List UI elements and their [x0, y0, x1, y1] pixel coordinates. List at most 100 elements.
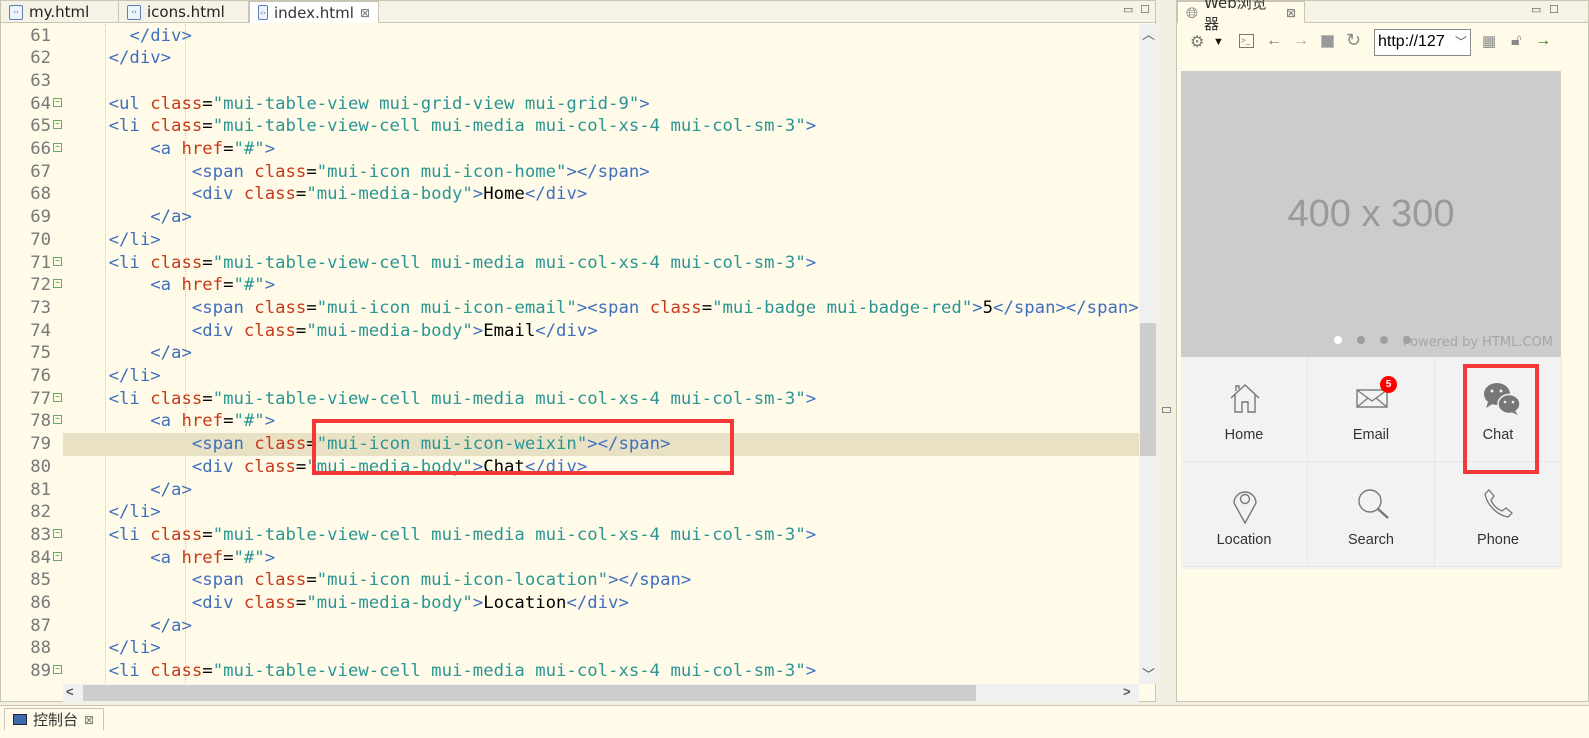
restore-icon[interactable] [1162, 407, 1171, 413]
refresh-icon[interactable]: ↻ [1346, 30, 1361, 51]
stop-icon[interactable] [1321, 35, 1334, 48]
code-text: </li> [63, 365, 1139, 388]
code-line[interactable]: 61 </div> [1, 25, 1139, 48]
code-line[interactable]: 87 </a> [1, 615, 1139, 638]
fold-toggle-icon[interactable]: − [53, 415, 62, 425]
tab-my-html[interactable]: ‹› my.html [1, 1, 119, 23]
scroll-left-icon[interactable]: < [66, 684, 74, 699]
code-token-tag: <a [150, 139, 182, 159]
scroll-right-icon[interactable]: > [1123, 684, 1131, 699]
chevron-down-icon[interactable]: ﹀ [1455, 33, 1467, 50]
highlight-annotation-box [312, 419, 734, 475]
panel-sash[interactable] [1156, 0, 1176, 702]
code-area[interactable]: 61 </div> 62 </div> 63 64− <ul class="mui-t… [1, 24, 1139, 684]
url-input[interactable]: http://127 ﹀ [1374, 29, 1471, 56]
fold-toggle-icon[interactable]: − [53, 97, 62, 107]
code-line[interactable]: 81 </a> [1, 479, 1139, 502]
grid-item-email[interactable]: 5 Email [1308, 357, 1435, 462]
slider-dot[interactable] [1334, 336, 1342, 344]
maximize-icon[interactable]: ☐ [1140, 3, 1150, 16]
image-slider[interactable]: 400 x 300 Powered by HTML.COM [1181, 71, 1561, 357]
code-line[interactable]: 88 </li> [1, 637, 1139, 660]
code-text: </a> [63, 342, 1139, 365]
code-line[interactable]: 75 </a> [1, 342, 1139, 365]
code-line[interactable]: 71− <li class="mui-table-view-cell mui-m… [1, 252, 1139, 275]
line-number: 76 [30, 366, 51, 386]
line-number: 72 [30, 275, 51, 296]
fold-toggle-icon[interactable]: − [53, 143, 62, 152]
tab-web-browser[interactable]: 🌐︎ Web浏览器 ⊠ [1177, 0, 1305, 33]
code-token-ws [67, 434, 192, 454]
scrollbar-thumb[interactable] [83, 685, 976, 701]
grid-item-label: Phone [1477, 532, 1519, 548]
code-line[interactable]: 64− <ul class="mui-table-view mui-grid-v… [1, 93, 1139, 116]
code-line[interactable]: 66− <a href="#"> [1, 138, 1139, 161]
code-line[interactable]: 82 </li> [1, 501, 1139, 524]
fold-toggle-icon[interactable]: − [53, 665, 62, 675]
scroll-up-icon[interactable]: ︿ [1142, 24, 1155, 43]
fold-toggle-icon[interactable]: − [53, 256, 62, 266]
code-line[interactable]: 74 <div class="mui-media-body">Email</di… [1, 320, 1139, 343]
code-token-tag: <div [191, 320, 244, 341]
fold-toggle-icon[interactable]: − [53, 551, 62, 561]
code-token-ws [67, 253, 109, 273]
grid-item-search[interactable]: Search [1308, 462, 1435, 567]
code-line[interactable]: 83− <li class="mui-table-view-cell mui-m… [1, 524, 1139, 547]
scrollbar-thumb[interactable] [1140, 323, 1156, 456]
dropdown-arrow-icon[interactable]: ▼ [1213, 36, 1224, 48]
code-line[interactable]: 70 </li> [1, 229, 1139, 252]
close-icon[interactable]: ⊠ [84, 713, 94, 727]
unlock-icon[interactable]: 🔓︎ [1511, 32, 1521, 50]
fold-toggle-icon[interactable]: − [53, 528, 62, 538]
code-token-ws [67, 321, 192, 341]
maximize-icon[interactable]: ☐ [1549, 3, 1559, 16]
console-icon[interactable]: >_ [1239, 34, 1254, 48]
code-line[interactable]: 72− <a href="#"> [1, 274, 1139, 297]
fold-toggle-icon[interactable]: − [53, 120, 62, 130]
browser-tab-bar: 🌐︎ Web浏览器 ⊠ ▭ ☐ [1177, 0, 1588, 33]
code-line[interactable]: 65− <li class="mui-table-view-cell mui-m… [1, 115, 1139, 138]
back-icon[interactable]: ← [1266, 32, 1282, 50]
code-line[interactable]: 67 <span class="mui-icon mui-icon-home">… [1, 161, 1139, 184]
scroll-down-icon[interactable]: ﹀ [1142, 664, 1155, 683]
minimize-icon[interactable]: ▭ [1123, 3, 1133, 16]
fold-toggle-icon[interactable]: − [53, 279, 62, 289]
code-line[interactable]: 68 <div class="mui-media-body">Home</div… [1, 183, 1139, 206]
forward-icon[interactable]: → [1293, 32, 1309, 50]
code-token-tag: > [805, 252, 817, 273]
tab-icons-html[interactable]: ‹› icons.html [119, 1, 249, 23]
code-text: <span class="mui-icon mui-icon-email"><s… [63, 297, 1139, 320]
code-line[interactable]: 77− <li class="mui-table-view-cell mui-m… [1, 388, 1139, 411]
minimize-icon[interactable]: ▭ [1531, 3, 1541, 16]
code-token-attr: class [254, 297, 307, 318]
line-number: 62 [30, 48, 51, 69]
close-icon[interactable]: ⊠ [1286, 6, 1296, 20]
code-line[interactable]: 69 </a> [1, 206, 1139, 229]
slider-dot[interactable] [1357, 336, 1365, 344]
code-text: <li class="mui-table-view-cell mui-media… [63, 660, 1139, 683]
settings-icon[interactable]: ⚙ [1190, 32, 1204, 52]
close-icon[interactable]: ⊠ [360, 6, 370, 20]
fold-toggle-icon[interactable]: − [53, 392, 62, 402]
horizontal-scrollbar[interactable]: < > [63, 684, 1139, 702]
grid-item-phone[interactable]: Phone [1435, 462, 1562, 567]
vertical-scrollbar[interactable]: ︿ ﹀ [1139, 24, 1157, 684]
go-icon[interactable]: → [1535, 32, 1551, 50]
grid-item-location[interactable]: Location [1181, 462, 1308, 567]
code-line[interactable]: 73 <span class="mui-icon mui-icon-email"… [1, 297, 1139, 320]
code-line[interactable]: 85 <span class="mui-icon mui-icon-locati… [1, 569, 1139, 592]
code-line[interactable]: 89− <li class="mui-table-view-cell mui-m… [1, 660, 1139, 683]
code-token-tag: <li [108, 252, 151, 273]
slider-dot[interactable] [1380, 336, 1388, 344]
code-line[interactable]: 76 </li> [1, 365, 1139, 388]
code-line[interactable]: 63 [1, 70, 1139, 93]
tab-index-html[interactable]: ‹› index.html ⊠ [249, 1, 379, 23]
code-text: <li class="mui-table-view-cell mui-media… [63, 252, 1139, 275]
code-line[interactable]: 62 </div> [1, 47, 1139, 70]
grid-item-home[interactable]: Home [1181, 357, 1308, 462]
tab-console[interactable]: 控制台 ⊠ [4, 708, 104, 730]
code-token-ws [67, 298, 192, 318]
code-line[interactable]: 84− <a href="#"> [1, 547, 1139, 570]
qr-code-icon[interactable]: ▦ [1482, 32, 1496, 50]
code-line[interactable]: 86 <div class="mui-media-body">Location<… [1, 592, 1139, 615]
